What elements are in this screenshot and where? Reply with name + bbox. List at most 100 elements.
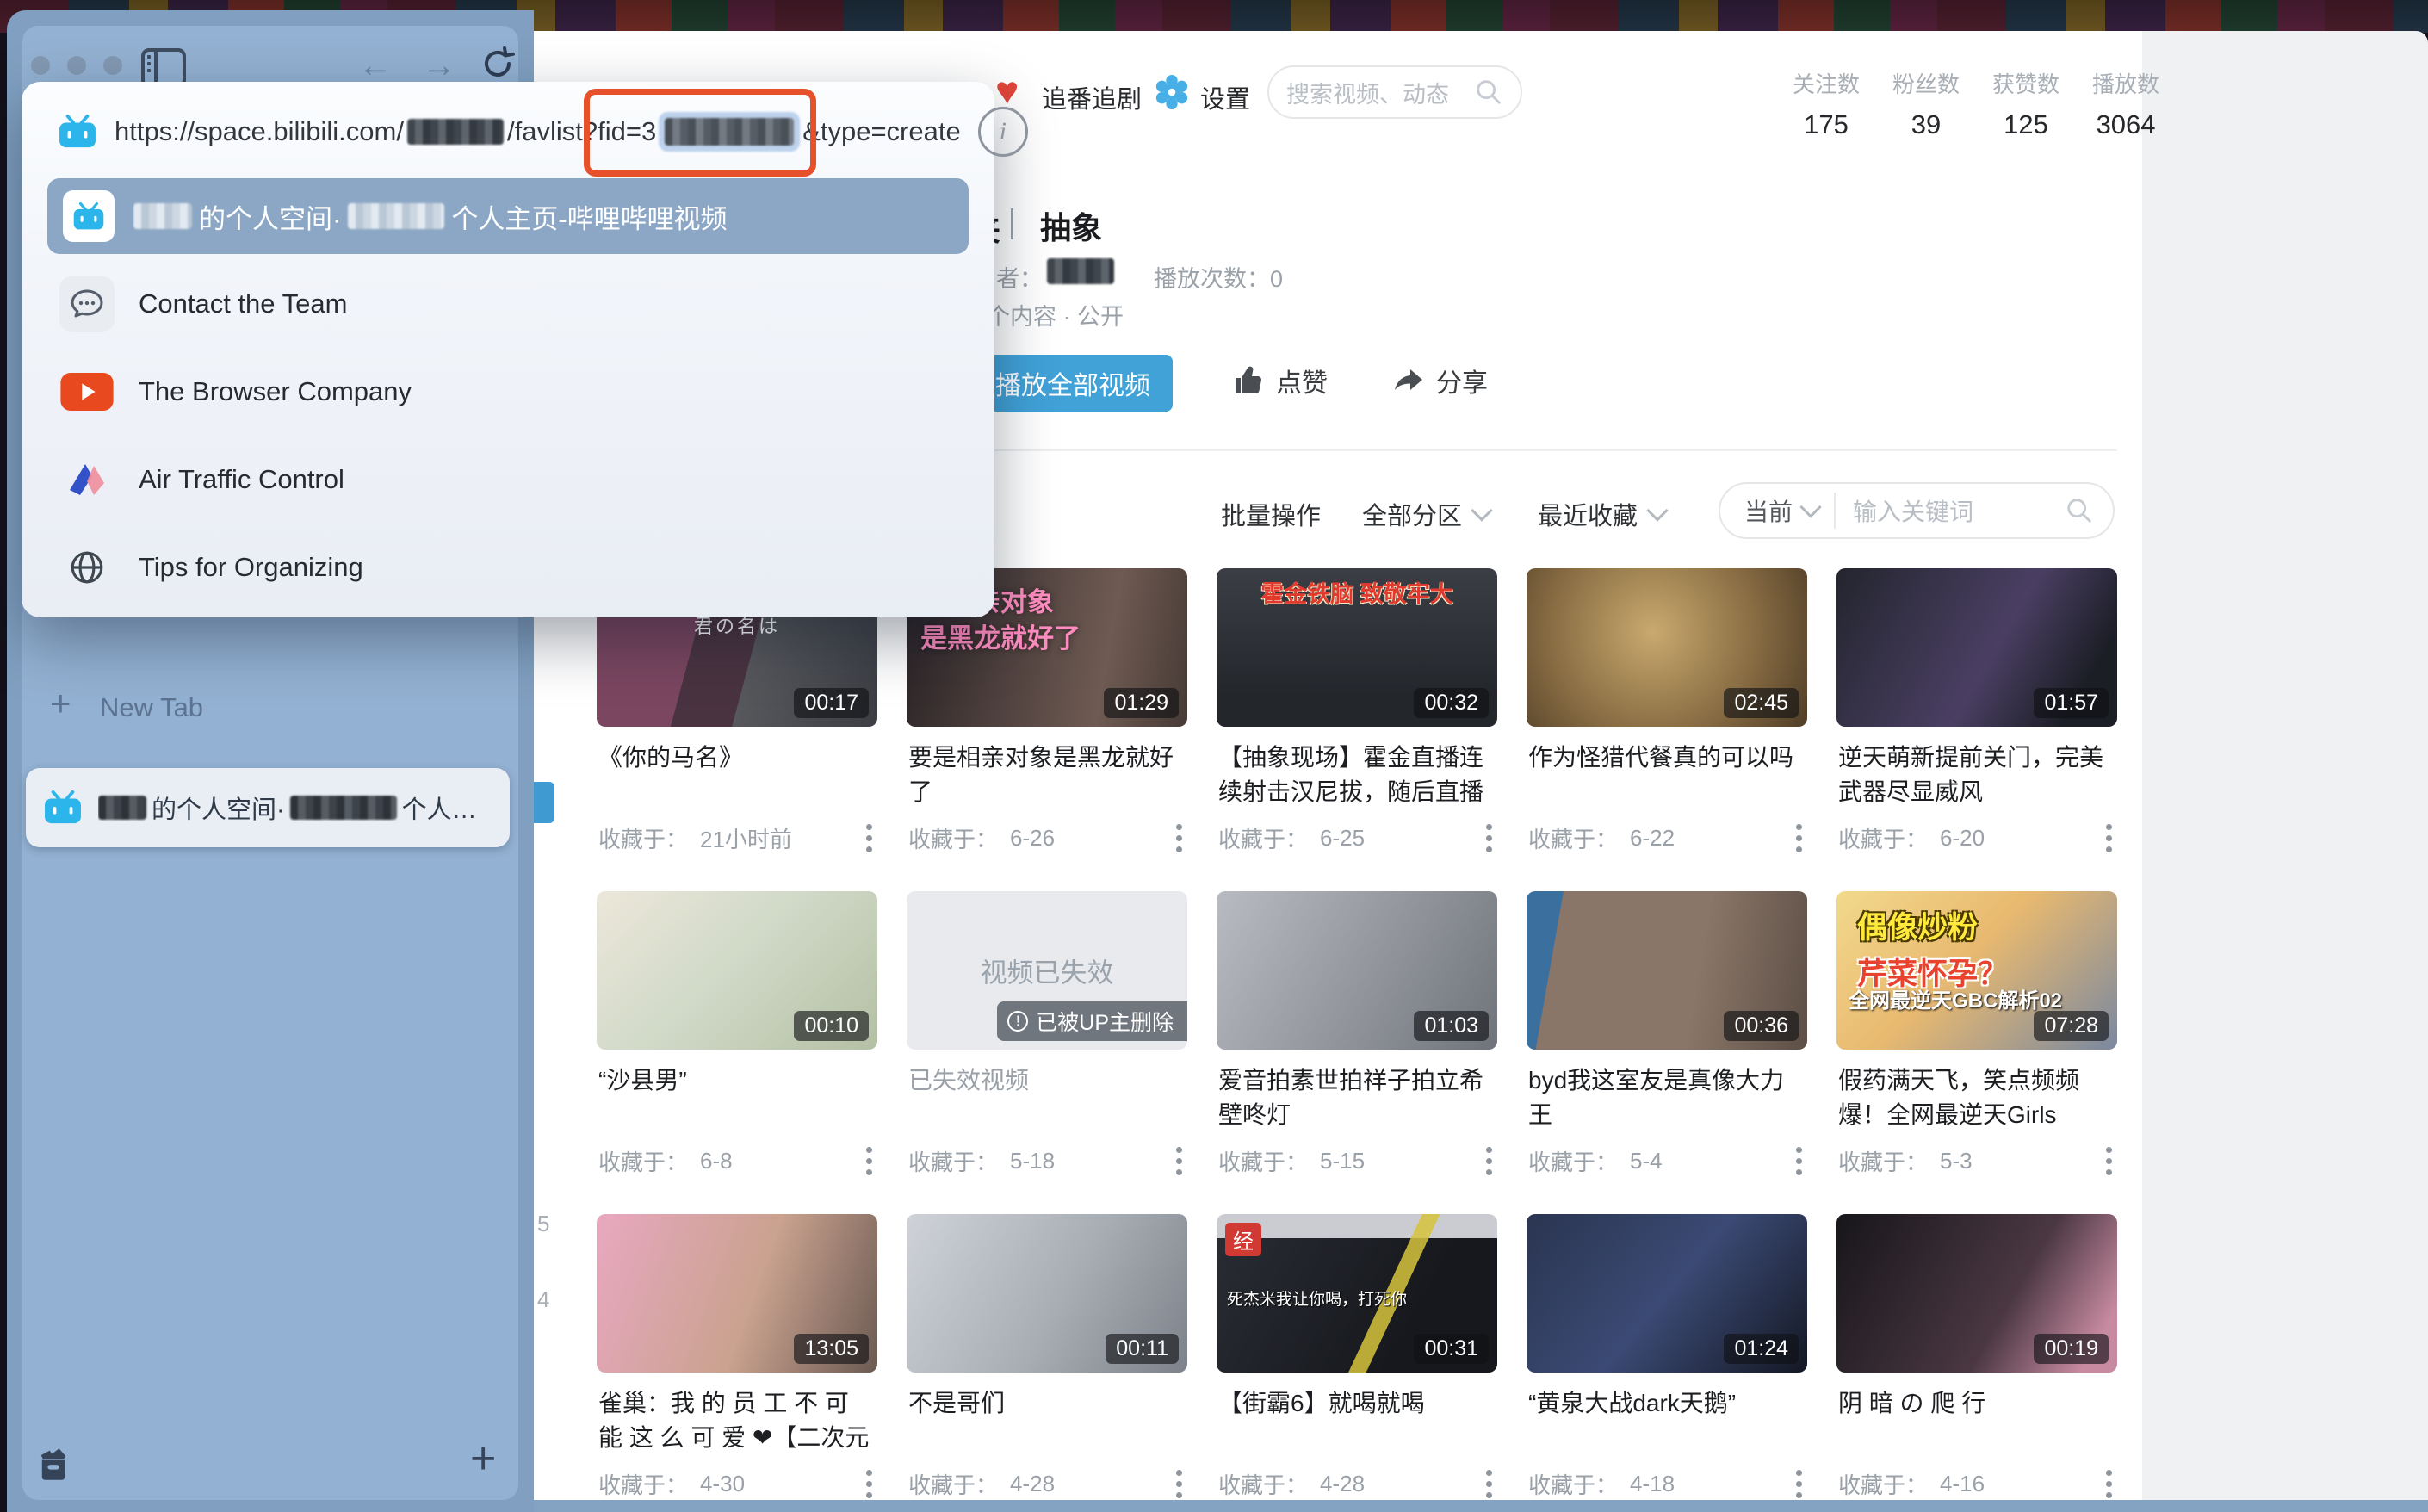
- video-thumbnail[interactable]: 01:57: [1836, 568, 2117, 727]
- video-thumbnail[interactable]: 01:03: [1217, 891, 1497, 1050]
- video-thumbnail[interactable]: 偶像炒粉芹菜怀孕？全网最逆天GBC解析0207:28: [1836, 891, 2117, 1050]
- video-thumbnail[interactable]: 00:10: [597, 891, 877, 1050]
- suggestion-item[interactable]: Tips for Organizing: [47, 528, 977, 607]
- more-options-kebab-icon[interactable]: [1483, 1143, 1496, 1179]
- video-title[interactable]: 雀巢：我 的 员 工 不 可 能 这 么 可 爱 ❤【二次元爆改: [598, 1386, 876, 1455]
- nav-settings[interactable]: 设置: [1200, 79, 1250, 115]
- more-options-kebab-icon[interactable]: [1793, 821, 1806, 856]
- video-title[interactable]: 不是哥们: [908, 1386, 1186, 1455]
- video-thumbnail[interactable]: 经死杰米我让你喝，打死你00:31: [1217, 1214, 1497, 1373]
- video-title[interactable]: “黄泉大战dark天鹅”: [1528, 1386, 1806, 1455]
- video-title[interactable]: 《你的马名》: [598, 741, 876, 809]
- search-scope-dropdown[interactable]: 当前: [1720, 493, 1818, 528]
- stat-获赞数[interactable]: 获赞数125: [1992, 67, 2059, 140]
- suggestion-item[interactable]: The Browser Company: [47, 352, 977, 431]
- suggestion-item[interactable]: Air Traffic Control: [47, 440, 977, 519]
- thumbnail-overlay-text: 霍金铁脑 致敬牢大: [1260, 575, 1453, 609]
- more-options-kebab-icon[interactable]: [2103, 1143, 2115, 1179]
- url-text[interactable]: https://space.bilibili.com/ /favlist? fi…: [115, 116, 961, 147]
- suggestion-item-highlighted[interactable]: 的个人空间· 个人主页-哔哩哔哩视频: [47, 178, 969, 254]
- url-popup: https://space.bilibili.com/ /favlist? fi…: [22, 82, 994, 617]
- video-thumbnail[interactable]: 00:36: [1527, 891, 1807, 1050]
- video-title[interactable]: 阴 暗 の 爬 行: [1838, 1386, 2115, 1455]
- url-bar[interactable]: https://space.bilibili.com/ /favlist? fi…: [22, 82, 994, 182]
- window-minimize-button[interactable]: [67, 56, 86, 75]
- video-title[interactable]: 已失效视频: [908, 1063, 1186, 1132]
- fav-date-label: 收藏于：: [598, 1468, 688, 1500]
- video-title[interactable]: 作为怪猎代餐真的可以吗: [1528, 741, 1806, 809]
- suggestion-item[interactable]: Contact the Team: [47, 264, 977, 344]
- fav-date-label: 收藏于：: [1218, 822, 1308, 854]
- keyword-search[interactable]: 当前 输入关键词: [1719, 482, 2115, 539]
- stat-播放数[interactable]: 播放数3064: [2092, 67, 2159, 140]
- add-icon[interactable]: +: [470, 1436, 496, 1481]
- share-button[interactable]: 分享: [1391, 362, 1488, 400]
- window-close-button[interactable]: [31, 56, 50, 75]
- video-title[interactable]: 逆天萌新提前关门，完美武器尽显威风: [1838, 741, 2115, 809]
- clipped-text-fragment: 4: [537, 1286, 549, 1313]
- batch-actions-button[interactable]: 批量操作: [1221, 496, 1321, 532]
- more-options-kebab-icon[interactable]: [1483, 1466, 1496, 1502]
- more-options-kebab-icon[interactable]: [1483, 821, 1496, 856]
- more-options-kebab-icon[interactable]: [2103, 1466, 2115, 1502]
- video-card[interactable]: 00:10“沙县男”收藏于：6-8: [597, 891, 877, 1214]
- back-button[interactable]: ←: [358, 48, 393, 83]
- more-options-kebab-icon[interactable]: [1793, 1466, 1806, 1502]
- fav-date: 6-26: [1010, 825, 1055, 852]
- video-thumbnail[interactable]: 霍金铁脑 致敬牢大00:32: [1217, 568, 1497, 727]
- video-title[interactable]: 【抽象现场】霍金直播连续射击汉尼拔，随后直播间被封: [1218, 741, 1496, 809]
- sort-dropdown[interactable]: 最近收藏: [1538, 496, 1665, 532]
- video-card[interactable]: 01:03爱音拍素世拍祥子拍立希壁咚灯收藏于：5-15: [1217, 891, 1497, 1214]
- archive-icon[interactable]: [34, 1445, 72, 1487]
- video-title[interactable]: “沙县男”: [598, 1063, 876, 1132]
- video-card[interactable]: 00:11不是哥们收藏于：4-28: [907, 1214, 1187, 1512]
- more-options-kebab-icon[interactable]: [863, 821, 876, 856]
- new-tab-plus-icon[interactable]: +: [50, 685, 71, 722]
- video-thumbnail[interactable]: 00:11: [907, 1214, 1187, 1373]
- video-thumbnail[interactable]: 01:24: [1527, 1214, 1807, 1373]
- reload-button[interactable]: [479, 45, 517, 87]
- video-card[interactable]: 01:57逆天萌新提前关门，完美武器尽显威风收藏于：6-20: [1836, 568, 2117, 891]
- stat-关注数[interactable]: 关注数175: [1793, 67, 1860, 140]
- video-title[interactable]: 爱音拍素世拍祥子拍立希壁咚灯: [1218, 1063, 1496, 1132]
- new-tab-label[interactable]: New Tab: [100, 692, 203, 723]
- video-card[interactable]: 02:45作为怪猎代餐真的可以吗收藏于：6-22: [1527, 568, 1807, 891]
- video-card[interactable]: 视频已失效已被UP主删除已失效视频收藏于：5-18: [907, 891, 1187, 1214]
- video-title[interactable]: 要是相亲对象是黑龙就好了: [908, 741, 1186, 809]
- video-title[interactable]: byd我这室友是真像大力王: [1528, 1063, 1806, 1132]
- video-thumbnail[interactable]: 视频已失效已被UP主删除: [907, 891, 1187, 1050]
- play-all-button[interactable]: 播放全部视频: [973, 355, 1173, 412]
- more-options-kebab-icon[interactable]: [863, 1466, 876, 1502]
- more-options-kebab-icon[interactable]: [1173, 821, 1186, 856]
- video-thumbnail[interactable]: 02:45: [1527, 568, 1807, 727]
- more-options-kebab-icon[interactable]: [1793, 1143, 1806, 1179]
- more-options-kebab-icon[interactable]: [863, 1143, 876, 1179]
- video-card[interactable]: 13:05 雀巢：我 的 员 工 不 可 能 这 么 可 爱 ❤【二次元爆改收藏于…: [597, 1214, 877, 1512]
- video-thumbnail[interactable]: 13:05: [597, 1214, 877, 1373]
- video-title[interactable]: 【街霸6】就喝就喝: [1218, 1386, 1496, 1455]
- forward-button[interactable]: →: [422, 48, 456, 83]
- video-card[interactable]: 00:19阴 暗 の 爬 行收藏于：4-16: [1836, 1214, 2117, 1512]
- stat-label: 关注数: [1793, 67, 1860, 99]
- video-card[interactable]: 经死杰米我让你喝，打死你00:31【街霸6】就喝就喝收藏于：4-28: [1217, 1214, 1497, 1512]
- window-zoom-button[interactable]: [103, 56, 122, 75]
- more-options-kebab-icon[interactable]: [1173, 1143, 1186, 1179]
- nav-bangumi[interactable]: 追番追剧: [1042, 79, 1142, 115]
- category-dropdown[interactable]: 全部分区: [1362, 496, 1490, 532]
- chevron-down-icon: [1799, 496, 1821, 517]
- video-card[interactable]: 00:36byd我这室友是真像大力王收藏于：5-4: [1527, 891, 1807, 1214]
- more-options-kebab-icon[interactable]: [2103, 821, 2115, 856]
- video-thumbnail[interactable]: 00:19: [1836, 1214, 2117, 1373]
- info-icon[interactable]: i: [978, 107, 1028, 157]
- video-card[interactable]: 01:24“黄泉大战dark天鹅”收藏于：4-18: [1527, 1214, 1807, 1512]
- site-search-input[interactable]: 搜索视频、动态: [1267, 65, 1522, 119]
- more-options-kebab-icon[interactable]: [1173, 1466, 1186, 1502]
- like-button[interactable]: 点赞: [1231, 362, 1328, 400]
- video-title[interactable]: 假药满天飞，笑点频频爆！全网最逆天Girls Band Cry解析: [1838, 1063, 2115, 1132]
- stat-粉丝数[interactable]: 粉丝数39: [1892, 67, 1960, 140]
- active-tab[interactable]: 的个人空间· 个人…: [26, 768, 510, 847]
- video-card[interactable]: 霍金铁脑 致敬牢大00:32 【抽象现场】霍金直播连续射击汉尼拔，随后直播间被封收…: [1217, 568, 1497, 891]
- video-card[interactable]: 偶像炒粉芹菜怀孕？全网最逆天GBC解析0207:28 假药满天飞，笑点频频爆！全网…: [1836, 891, 2117, 1214]
- user-stats: 关注数175 粉丝数39 获赞数125 播放数3064: [1793, 67, 2159, 140]
- redacted-text: [98, 796, 146, 820]
